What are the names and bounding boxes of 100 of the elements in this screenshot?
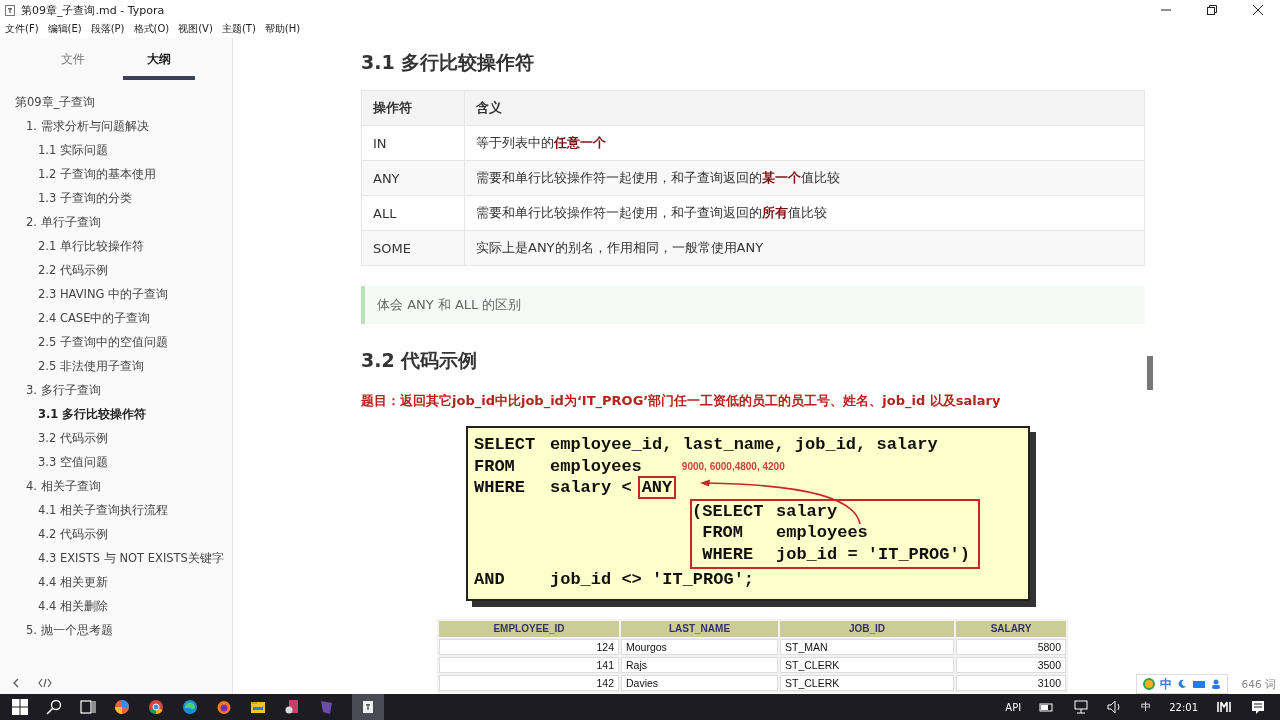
moon-icon[interactable] [1177, 679, 1187, 689]
outline-item[interactable]: 1.3 子查询的分类 [0, 186, 232, 210]
subquery-highlight: (SELECT salary FROM employees WHERE job_id = 'IT_PROG') [690, 498, 980, 569]
source-code-icon[interactable] [38, 678, 52, 688]
outline-item[interactable]: 2.5 子查询中的空值问题 [0, 330, 232, 354]
code-text: job_id <> 'IT_PROG'; [550, 570, 755, 590]
outline-item[interactable]: 2.2 代码示例 [0, 258, 232, 282]
input-method-indicator[interactable]: 中 [1141, 700, 1152, 714]
menu-item[interactable]: 主题(T) [221, 22, 256, 36]
menu-item[interactable]: 视图(V) [178, 22, 213, 36]
sql-keyword: WHERE [474, 478, 526, 498]
table-cell: 需要和单行比较操作符一起使用，和子查询返回的某一个值比较 [464, 160, 1145, 196]
task-view-icon[interactable] [80, 699, 96, 715]
outline-item[interactable]: 2.3 HAVING 中的子查询 [0, 282, 232, 306]
table-cell: 124 [439, 638, 619, 655]
browser-icon[interactable] [216, 699, 232, 715]
outline-item[interactable]: 1. 需求分析与问题解决 [0, 114, 232, 138]
column-header: SALARY [956, 620, 1066, 637]
table-cell: Davies [621, 674, 778, 691]
highlighted-operator: ANY [637, 476, 677, 500]
outline-item[interactable]: 3.2 代码示例 [0, 426, 232, 450]
sidebar-tab[interactable]: 大纲 [122, 46, 195, 80]
outline-item[interactable]: 3.1 多行比较操作符 [0, 402, 232, 426]
outline-item[interactable]: 1.2 子查询的基本使用 [0, 162, 232, 186]
search-icon[interactable] [46, 699, 62, 715]
column-header: EMPLOYEE_ID [439, 620, 619, 637]
column-header: JOB_ID [780, 620, 954, 637]
section-heading: 3.1 多行比较操作符 [361, 50, 536, 75]
table-cell: ST_CLERK [780, 656, 954, 673]
windows-start-icon[interactable] [12, 699, 28, 715]
folder-icon[interactable] [250, 699, 266, 715]
typora-icon[interactable] [352, 694, 384, 720]
app-icon[interactable] [1216, 700, 1232, 714]
sql-keyword: AND [474, 570, 506, 590]
table-cell: ALL [361, 195, 465, 231]
outline-item[interactable]: 3. 多行子查询 [0, 378, 232, 402]
table-cell: ST_MAN [780, 638, 954, 655]
outline-item[interactable]: 2.5 非法使用子查询 [0, 354, 232, 378]
user-icon[interactable] [1211, 679, 1221, 689]
outline-item[interactable]: 4. 相关子查询 [0, 474, 232, 498]
ball-icon[interactable] [114, 699, 130, 715]
column-header: LAST_NAME [621, 620, 778, 637]
outline-item[interactable]: 第09章_子查询 [0, 90, 232, 114]
table-cell: 142 [439, 674, 619, 691]
menu-item[interactable]: 段落(P) [90, 22, 125, 36]
outline-item[interactable]: 4.1 相关子查询执行流程 [0, 498, 232, 522]
close-icon[interactable] [1253, 5, 1263, 15]
column-header: 含义 [464, 90, 1145, 126]
maximize-icon[interactable] [1207, 5, 1217, 15]
outline-item[interactable]: 4.3 EXISTS 与 NOT EXISTS关键字 [0, 546, 232, 570]
sidebar-tab[interactable]: 文件 [37, 46, 108, 80]
word-count: 646 词 [1241, 678, 1276, 692]
outline-item[interactable]: 2.4 CASE中的子查询 [0, 306, 232, 330]
table-cell: SOME [361, 230, 465, 266]
tray-label[interactable]: API [1005, 701, 1022, 713]
sql-keyword: SELECT [474, 435, 537, 455]
sql-keyword: FROM [474, 456, 516, 476]
column-header: 操作符 [361, 90, 465, 126]
outline-item[interactable]: 1.1 实际问题 [0, 138, 232, 162]
scrollbar-thumb[interactable] [1147, 356, 1153, 390]
section-heading: 3.2 代码示例 [361, 348, 479, 373]
table-cell: Rajs [621, 656, 778, 673]
app-icon[interactable] [284, 699, 300, 715]
code-text: employees [550, 456, 642, 476]
battery-icon[interactable] [1039, 701, 1056, 713]
outline-item[interactable]: 4.4 相关更新 [0, 570, 232, 594]
menu-item[interactable]: 编辑(E) [47, 22, 82, 36]
table-cell: IN [361, 125, 465, 161]
table-cell: 3100 [956, 674, 1066, 691]
notification-icon[interactable] [1250, 699, 1266, 715]
menu-item[interactable]: 格式(O) [133, 22, 170, 36]
browser-icon[interactable] [182, 699, 198, 715]
menu-item[interactable]: 帮助(H) [264, 22, 301, 36]
browser-icon[interactable] [148, 699, 164, 715]
table-cell: Mourgos [621, 638, 778, 655]
table-cell: 等于列表中的任意一个 [464, 125, 1145, 161]
blockquote: 体会 ANY 和 ALL 的区别 [361, 286, 1145, 324]
code-text: salary < [550, 478, 632, 498]
table-cell: ST_CLERK [780, 674, 954, 691]
table-cell: 实际上是ANY的别名，作用相同，一般常使用ANY [464, 230, 1145, 266]
outline-item[interactable]: 2.1 单行比较操作符 [0, 234, 232, 258]
network-icon[interactable] [1073, 700, 1090, 714]
keyboard-icon[interactable] [1192, 679, 1206, 689]
ime-logo-icon[interactable] [1143, 678, 1155, 690]
app-icon [5, 4, 15, 16]
table-cell: 141 [439, 656, 619, 673]
value-note: 9000, 6000,4800, 4200 [681, 460, 785, 472]
outline-item[interactable]: 5. 抛一个思考题 [0, 618, 232, 642]
menu-item[interactable]: 文件(F) [5, 22, 39, 36]
clock[interactable]: 22:01 [1169, 701, 1198, 713]
collapse-icon[interactable] [12, 678, 20, 688]
input-mode-toggle[interactable]: 中 [1160, 675, 1172, 693]
table-cell: 需要和单行比较操作符一起使用，和子查询返回的所有值比较 [464, 195, 1145, 231]
table-cell: ANY [361, 160, 465, 196]
outline-item[interactable]: 4.2 代码示例 [0, 522, 232, 546]
code-text: employee_id, last_name, job_id, salary [550, 435, 938, 455]
outline-item[interactable]: 4.4 相关删除 [0, 594, 232, 618]
outline-item[interactable]: 2. 单行子查询 [0, 210, 232, 234]
table-cell: 3500 [956, 656, 1066, 673]
outline-item[interactable]: 3.3 空值问题 [0, 450, 232, 474]
